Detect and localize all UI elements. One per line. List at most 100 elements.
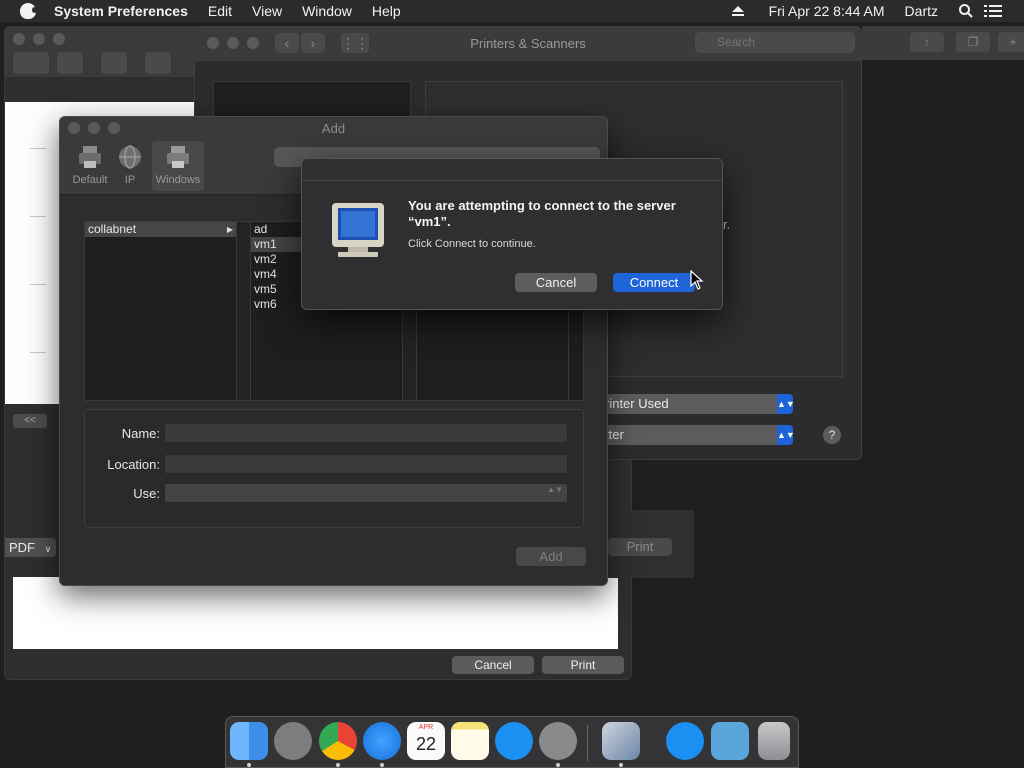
notes-icon[interactable] <box>451 722 489 760</box>
name-label: Name: <box>121 426 160 441</box>
app-store-icon[interactable] <box>495 722 533 760</box>
collapse-button[interactable]: << <box>13 414 47 428</box>
tab-ip[interactable]: IP <box>104 141 156 191</box>
document-window-controls <box>13 33 65 45</box>
calendar-icon[interactable]: APR 22 <box>407 722 445 760</box>
zoom-icon[interactable] <box>53 33 65 45</box>
share-button[interactable] <box>145 52 171 74</box>
dialog-message: Click Connect to continue. <box>408 238 536 250</box>
zoom-in-button[interactable] <box>101 52 127 74</box>
tab-windows-label: Windows <box>155 174 201 186</box>
running-indicator <box>619 763 623 767</box>
workgroup-label: collabnet <box>88 222 137 236</box>
running-indicator <box>247 763 251 767</box>
dialog-title: You are attempting to connect to the ser… <box>408 198 708 230</box>
document-print-button[interactable]: Print <box>542 656 624 674</box>
chevron-right-icon: ▶ <box>226 225 233 234</box>
tab-windows[interactable]: Windows <box>152 141 204 191</box>
printer-icon <box>79 146 101 168</box>
running-indicator <box>380 763 384 767</box>
document-cancel-button[interactable]: Cancel <box>452 656 534 674</box>
tab-ip-label: IP <box>124 174 136 186</box>
page-text-line <box>30 148 46 149</box>
computer-monitor-icon <box>332 203 384 257</box>
location-field[interactable] <box>165 455 567 473</box>
chevron-down-icon: ∨ <box>44 544 52 554</box>
printer-hint-text: r. <box>723 217 731 232</box>
finder-icon[interactable] <box>230 722 268 760</box>
help-button[interactable]: ? <box>823 426 841 444</box>
menu-user[interactable]: Dartz <box>895 3 948 19</box>
launchpad-icon[interactable] <box>274 722 312 760</box>
menu-edit[interactable]: Edit <box>198 3 242 19</box>
pdf-menu-button[interactable]: PDF ∨ <box>5 538 56 557</box>
safari-icon[interactable] <box>363 722 401 760</box>
add-window-title: Add <box>321 121 346 136</box>
select-arrows-icon: ▲▼ <box>547 485 563 494</box>
menu-bar: System Preferences Edit View Window Help… <box>0 0 1024 22</box>
page-text-line <box>30 352 46 353</box>
column-divider <box>237 222 251 400</box>
share-icon[interactable]: ↑ <box>910 32 944 52</box>
workgroup-item[interactable]: collabnet ▶ <box>85 222 236 237</box>
menu-app-name[interactable]: System Preferences <box>44 3 198 19</box>
connect-server-dialog: You are attempting to connect to the ser… <box>301 158 723 310</box>
minimize-icon[interactable] <box>33 33 45 45</box>
menu-extras: Fri Apr 22 8:44 AM Dartz <box>731 3 1024 19</box>
tabs-overview-icon[interactable]: ❐ <box>956 32 990 52</box>
default-paper-select[interactable]: tter ▲▼ <box>601 425 795 445</box>
globe-icon <box>119 145 141 169</box>
page-text-line <box>30 216 46 217</box>
use-select[interactable]: ▲▼ <box>165 484 567 502</box>
trash-icon[interactable] <box>758 722 790 760</box>
print-preview-area <box>13 577 618 649</box>
menu-help[interactable]: Help <box>362 3 411 19</box>
pdf-label: PDF <box>9 540 35 555</box>
dialog-title-line2: “vm1”. <box>408 214 451 229</box>
calendar-day: 22 <box>415 734 437 754</box>
add-button[interactable]: Add <box>516 547 586 566</box>
notification-center-icon[interactable] <box>984 4 1002 18</box>
mouse-cursor-icon <box>690 270 704 290</box>
zoom-out-button[interactable] <box>57 52 83 74</box>
chrome-icon[interactable] <box>319 722 357 760</box>
calendar-month: APR <box>418 724 434 731</box>
eject-icon[interactable] <box>731 5 745 17</box>
dock-separator <box>587 725 588 761</box>
system-preferences-icon[interactable] <box>539 722 577 760</box>
dialog-titlebar <box>302 159 722 181</box>
location-label: Location: <box>107 457 160 472</box>
preview-icon[interactable] <box>602 722 640 760</box>
downloads-folder-icon[interactable] <box>711 722 749 760</box>
sidebar-toggle-button[interactable] <box>13 52 49 74</box>
sheet-print-button[interactable]: Print <box>608 538 672 556</box>
workgroup-column: collabnet ▶ <box>85 222 237 400</box>
new-tab-icon[interactable]: + <box>998 32 1024 52</box>
use-label: Use: <box>133 486 160 501</box>
default-printer-value: rinter Used <box>605 396 669 411</box>
running-indicator <box>336 763 340 767</box>
default-printer-select[interactable]: rinter Used ▲▼ <box>601 394 795 414</box>
printers-search-field[interactable]: Search <box>695 32 855 53</box>
printers-titlebar: ‹ › ⋮⋮ Printers & Scanners Search <box>195 27 861 61</box>
running-indicator <box>556 763 560 767</box>
windows-printer-icon <box>167 146 189 168</box>
apple-menu-icon[interactable] <box>20 3 37 19</box>
select-arrows-icon: ▲▼ <box>777 394 795 414</box>
menu-view[interactable]: View <box>242 3 292 19</box>
connect-button[interactable]: Connect <box>613 273 695 292</box>
name-field[interactable] <box>165 424 567 442</box>
background-window-toolbar: ↑ ❐ + <box>862 26 1024 60</box>
tab-default-label: Default <box>72 174 108 186</box>
menu-clock[interactable]: Fri Apr 22 8:44 AM <box>759 3 895 19</box>
printer-info-form: Name: Location: Use: ▲▼ <box>84 409 584 528</box>
dock: APR 22 <box>225 716 799 768</box>
close-icon[interactable] <box>13 33 25 45</box>
dialog-title-line1: You are attempting to connect to the ser… <box>408 198 676 213</box>
menu-window[interactable]: Window <box>292 3 362 19</box>
spotlight-search-icon[interactable] <box>958 3 974 19</box>
cancel-button[interactable]: Cancel <box>515 273 597 292</box>
print-sheet-fragment: Print <box>600 510 694 578</box>
select-arrows-icon: ▲▼ <box>777 425 795 445</box>
applications-folder-icon[interactable] <box>666 722 704 760</box>
